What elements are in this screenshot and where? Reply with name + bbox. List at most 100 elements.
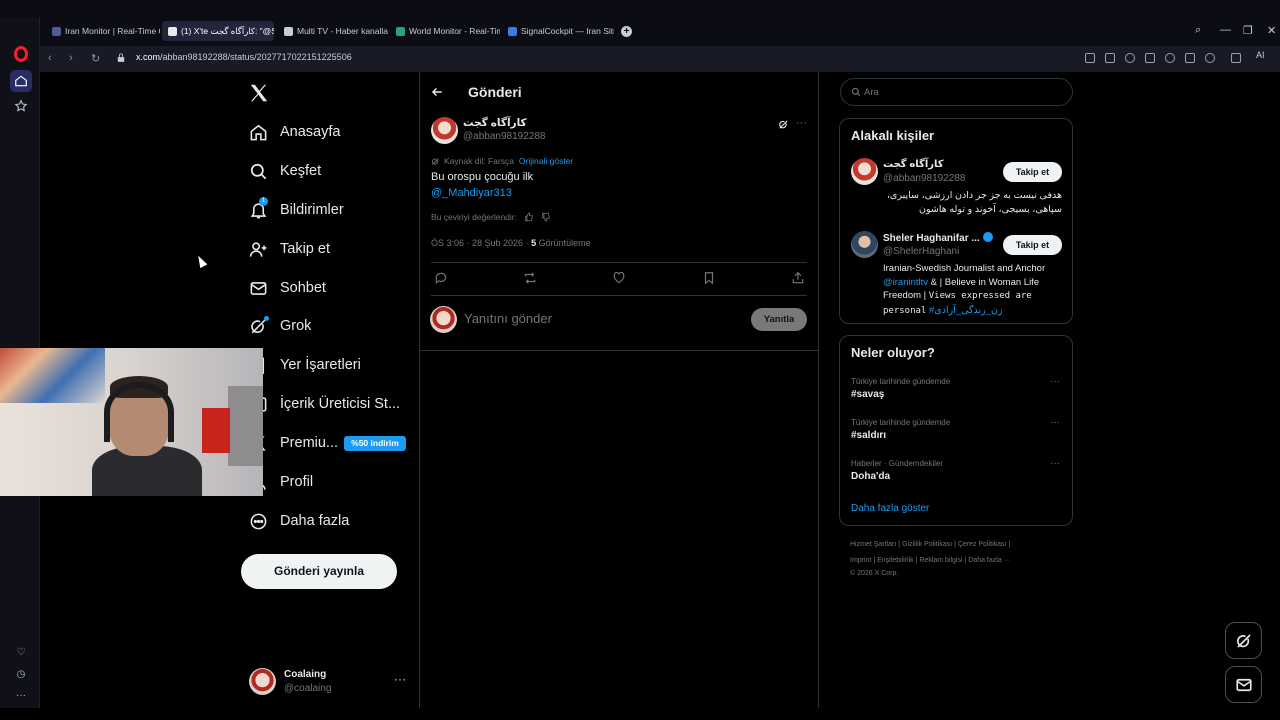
more-icon[interactable]: ··· bbox=[1050, 376, 1060, 387]
reply-icon[interactable] bbox=[434, 271, 448, 285]
trend-name[interactable]: #savaş bbox=[851, 389, 884, 400]
home-icon bbox=[248, 122, 268, 142]
player-icon[interactable] bbox=[1145, 53, 1155, 63]
nav-grok[interactable]: Grok bbox=[248, 312, 311, 340]
search-input[interactable]: Ara bbox=[840, 78, 1073, 106]
restore-icon[interactable]: ❐ bbox=[1243, 24, 1253, 37]
mention-link[interactable]: @iranintltv bbox=[883, 277, 928, 288]
extensions-icon[interactable] bbox=[1231, 53, 1241, 63]
avatar bbox=[249, 668, 276, 695]
reload-icon[interactable]: ↻ bbox=[91, 52, 100, 65]
history-icon[interactable]: ◷ bbox=[14, 667, 28, 681]
nav-follow[interactable]: Takip et bbox=[248, 235, 330, 263]
mouse-cursor bbox=[194, 253, 208, 269]
footer-links[interactable]: Imprint | Erişilebilirlik | Reklam bilgi… bbox=[850, 557, 1011, 564]
reply-input[interactable]: Yanıtını gönder bbox=[464, 311, 552, 326]
post-author-name[interactable]: کارآگاه گجت bbox=[463, 117, 527, 129]
footer-links[interactable]: Hizmet Şartları | Gizlilik Politikası | … bbox=[850, 541, 1010, 548]
menu-icon[interactable] bbox=[1185, 53, 1195, 63]
share-page-icon[interactable] bbox=[1085, 53, 1095, 63]
back-arrow-icon[interactable] bbox=[430, 85, 444, 99]
nav-bookmarks[interactable]: Yer İşaretleri bbox=[248, 351, 361, 379]
reply-button[interactable]: Yanıtla bbox=[751, 308, 807, 331]
avatar[interactable] bbox=[851, 158, 878, 185]
more-icon[interactable]: ··· bbox=[14, 688, 28, 702]
new-tab-button[interactable]: + bbox=[621, 26, 632, 37]
close-window-icon[interactable]: ✕ bbox=[1267, 24, 1276, 37]
mention-link[interactable]: @_Mahdiyar313 bbox=[431, 187, 512, 199]
nav-label: Daha fazla bbox=[280, 513, 350, 529]
heart-toolbar-icon[interactable] bbox=[1165, 53, 1175, 63]
ai-button[interactable]: AI bbox=[1256, 50, 1265, 60]
person-bio: Iranian-Swedish Journalist and Anchor @i… bbox=[883, 263, 1046, 316]
browser-tab[interactable]: SignalCockpit — Iran Situ bbox=[502, 21, 614, 41]
show-original-link[interactable]: Orijinali göster bbox=[519, 156, 573, 166]
more-icon[interactable]: ··· bbox=[1050, 417, 1060, 428]
person-bio: هدفی نیست به جز جر دادن ارزشی، سایبری، س… bbox=[886, 190, 1062, 215]
shield-icon[interactable] bbox=[1125, 53, 1135, 63]
account-switcher[interactable]: Coalaing @coalaing ··· bbox=[249, 668, 419, 696]
person-handle[interactable]: @abban98192288 bbox=[883, 173, 965, 184]
url-field[interactable]: x.com/abban98192288/status/2027717022151… bbox=[136, 52, 352, 62]
browser-tab-active[interactable]: (1) X'te کارآگاه گجت: "@Sh bbox=[162, 21, 274, 41]
back-icon[interactable]: ‹ bbox=[48, 52, 52, 64]
thumbs-down-icon[interactable] bbox=[541, 212, 551, 222]
heart-icon[interactable]: ♡ bbox=[14, 645, 28, 659]
post-author-handle[interactable]: @abban98192288 bbox=[463, 131, 545, 142]
follow-button[interactable]: Takip et bbox=[1003, 162, 1062, 182]
minimize-icon[interactable]: — bbox=[1220, 24, 1231, 36]
like-icon[interactable] bbox=[612, 271, 626, 285]
tab-title: Iran Monitor | Real-Time C bbox=[65, 26, 160, 36]
grok-icon bbox=[432, 157, 439, 165]
add-person-icon bbox=[248, 239, 268, 259]
nav-home[interactable]: Anasayfa bbox=[248, 118, 340, 146]
repost-icon[interactable] bbox=[523, 271, 537, 285]
messages-fab[interactable] bbox=[1225, 666, 1262, 703]
trend-context: Türkiye tarihinde gündemde bbox=[851, 418, 951, 427]
nav-creator-studio[interactable]: İçerik Üreticisi St... bbox=[248, 390, 400, 418]
person-name-row[interactable]: Sheler Haghanifar ... bbox=[883, 232, 993, 244]
share-icon[interactable] bbox=[791, 271, 805, 285]
grok-fab[interactable] bbox=[1225, 622, 1262, 659]
camera-icon[interactable] bbox=[1105, 53, 1115, 63]
more-icon[interactable]: ··· bbox=[1050, 458, 1060, 469]
trend-name[interactable]: #saldırı bbox=[851, 430, 886, 441]
premium-discount-badge: %50 indirim bbox=[344, 436, 406, 451]
forward-icon[interactable]: › bbox=[69, 52, 73, 64]
profile-icon[interactable] bbox=[1205, 53, 1215, 63]
x-logo-icon[interactable] bbox=[248, 82, 270, 104]
grok-icon[interactable] bbox=[778, 119, 789, 130]
follow-button[interactable]: Takip et bbox=[1003, 235, 1062, 255]
nav-chat[interactable]: Sohbet bbox=[248, 274, 326, 302]
browser-tab[interactable]: World Monitor - Real-Tim bbox=[390, 21, 500, 41]
trend-context: Türkiye tarihinde gündemde bbox=[851, 377, 951, 386]
trend-name[interactable]: Doha'da bbox=[851, 471, 890, 482]
home-icon[interactable] bbox=[10, 70, 32, 92]
bookmark-icon[interactable] bbox=[702, 271, 716, 285]
thumbs-up-icon[interactable] bbox=[524, 212, 534, 222]
column-divider bbox=[419, 72, 420, 708]
post-button[interactable]: Gönderi yayınla bbox=[241, 554, 397, 589]
notification-badge: 1 bbox=[259, 197, 268, 206]
nav-explore[interactable]: Keşfet bbox=[248, 157, 321, 185]
hashtag-link[interactable]: #زن_زندگی_آزادی bbox=[926, 305, 1003, 316]
browser-tab[interactable]: Multi TV - Haber kanalları bbox=[278, 21, 388, 41]
person-handle[interactable]: @ShelerHaghani bbox=[883, 246, 959, 257]
more-circle-icon bbox=[248, 511, 268, 531]
nav-label: Bildirimler bbox=[280, 202, 344, 218]
more-icon[interactable]: ··· bbox=[394, 672, 406, 686]
star-icon[interactable] bbox=[13, 98, 29, 114]
post-timestamp[interactable]: ÖS 3:06 · 28 Şub 2026 · bbox=[431, 238, 531, 248]
tab-title: (1) X'te کارآگاه گجت: "@Sh bbox=[181, 25, 274, 36]
avatar[interactable] bbox=[431, 117, 458, 144]
opera-logo-icon[interactable] bbox=[14, 46, 28, 62]
person-name[interactable]: کارآگاه گجت bbox=[883, 159, 944, 170]
browser-tab[interactable]: Iran Monitor | Real-Time C bbox=[46, 21, 160, 41]
avatar[interactable] bbox=[851, 231, 878, 258]
divider bbox=[431, 262, 807, 263]
search-tabs-icon[interactable]: ⌕ bbox=[1195, 24, 1201, 37]
more-icon[interactable]: ··· bbox=[796, 117, 807, 129]
tab-title: Multi TV - Haber kanalları bbox=[297, 26, 388, 36]
show-more-link[interactable]: Daha fazla göster bbox=[851, 503, 929, 514]
nav-more[interactable]: Daha fazla bbox=[248, 507, 349, 535]
